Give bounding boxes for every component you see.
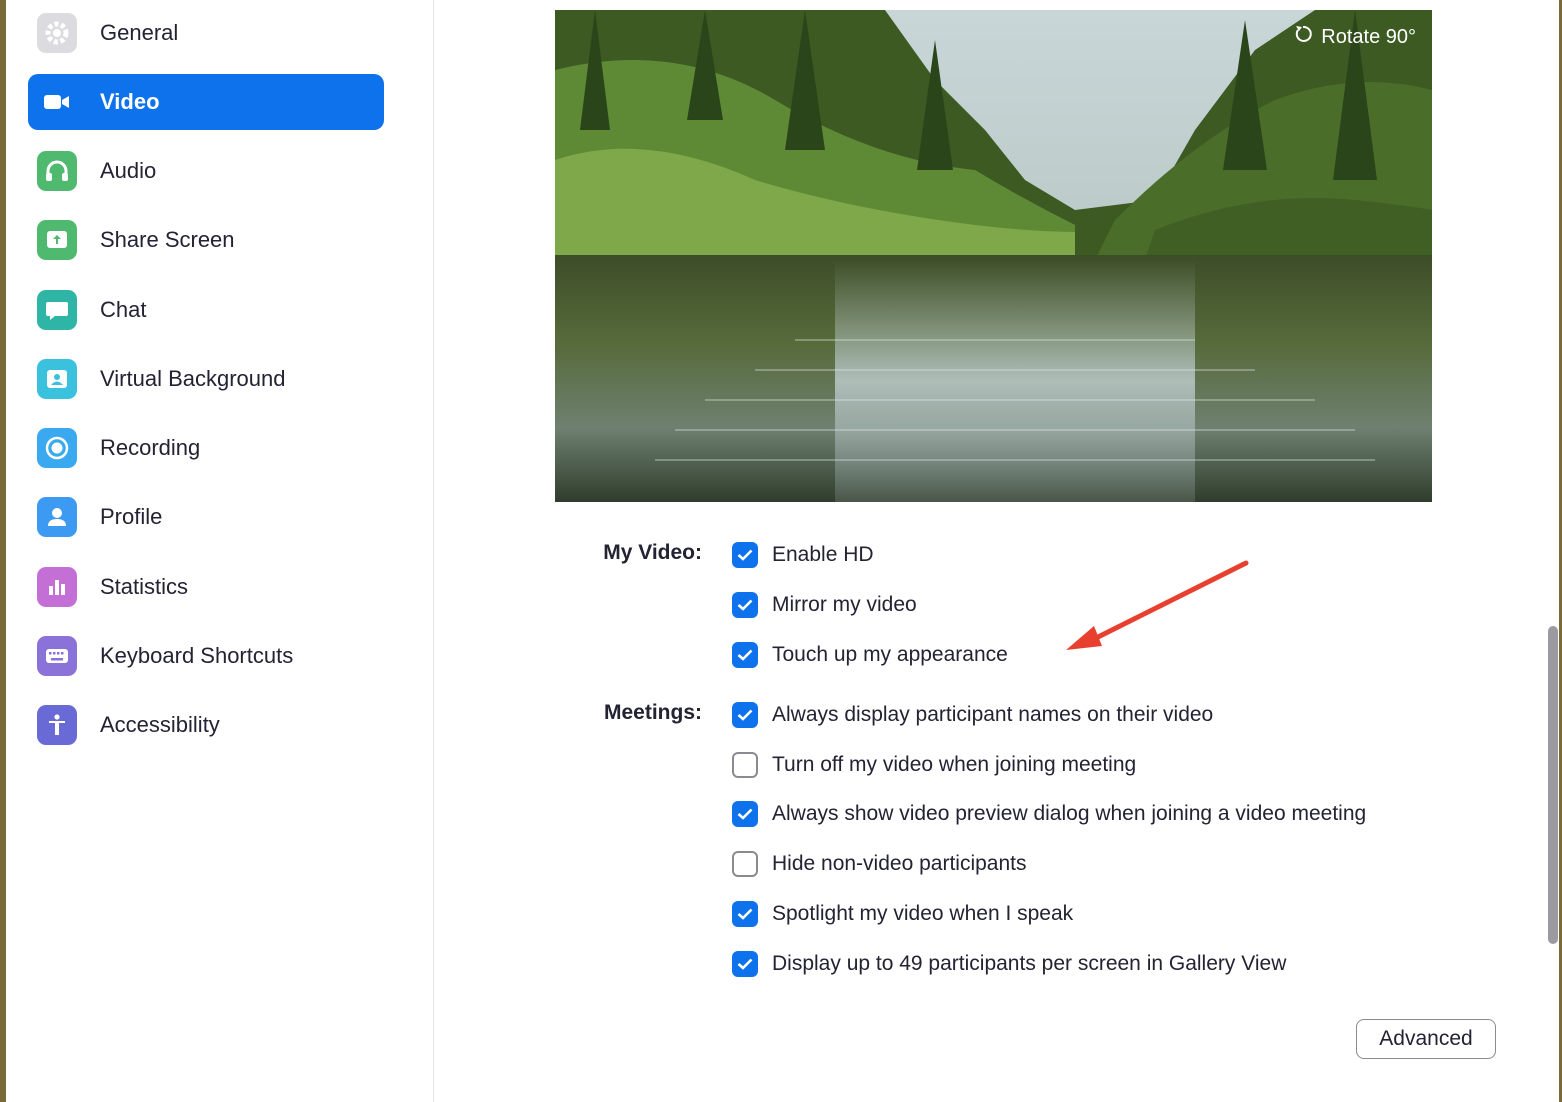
video-settings-panel: Rotate 90° My Video: Enable HD Mirror my…	[434, 0, 1559, 1102]
video-preview-image	[555, 10, 1432, 502]
checkbox-checked[interactable]	[732, 951, 758, 977]
option-hide-non-video-participants[interactable]: Hide non-video participants	[732, 848, 1026, 880]
sidebar-item-label: Chat	[100, 297, 147, 322]
sidebar-item-chat[interactable]: Chat	[28, 282, 384, 338]
option-display-participant-names[interactable]: Always display participant names on thei…	[732, 699, 1213, 731]
checkbox-checked[interactable]	[732, 642, 758, 668]
sidebar-item-label: Accessibility	[100, 712, 220, 737]
sidebar-item-keyboard-shortcuts[interactable]: Keyboard Shortcuts	[28, 628, 384, 684]
accessibility-icon	[37, 705, 77, 745]
settings-sidebar: General Video Audio Share Screen Chat Vi…	[6, 0, 434, 1102]
sidebar-item-recording[interactable]: Recording	[28, 420, 384, 476]
sidebar-item-label: Statistics	[100, 574, 189, 599]
my-video-section-label: My Video:	[603, 541, 702, 564]
option-touch-up-appearance[interactable]: Touch up my appearance	[732, 639, 1008, 671]
option-label: Always show video preview dialog when jo…	[772, 802, 1367, 825]
sidebar-item-video[interactable]: Video	[28, 74, 384, 130]
recording-icon	[37, 428, 77, 468]
sidebar-item-label: General	[100, 20, 179, 45]
sidebar-item-profile[interactable]: Profile	[28, 489, 384, 545]
keyboard-icon	[37, 636, 77, 676]
checkbox-checked[interactable]	[732, 702, 758, 728]
statistics-icon	[37, 567, 77, 607]
option-show-video-preview-dialog[interactable]: Always show video preview dialog when jo…	[732, 798, 1366, 830]
scrollbar[interactable]	[1546, 0, 1559, 1102]
sidebar-item-label: Audio	[100, 158, 157, 183]
sidebar-item-share-screen[interactable]: Share Screen	[28, 212, 384, 268]
checkbox-checked[interactable]	[732, 592, 758, 618]
checkbox-unchecked[interactable]	[732, 851, 758, 877]
option-spotlight-my-video[interactable]: Spotlight my video when I speak	[732, 898, 1073, 930]
sidebar-item-label: Recording	[100, 435, 201, 460]
video-preview: Rotate 90°	[555, 10, 1432, 502]
option-display-49-participants[interactable]: Display up to 49 participants per screen…	[732, 948, 1286, 980]
advanced-button[interactable]: Advanced	[1356, 1019, 1496, 1059]
sidebar-item-audio[interactable]: Audio	[28, 143, 384, 199]
sidebar-item-virtual-background[interactable]: Virtual Background	[28, 351, 384, 407]
profile-icon	[37, 497, 77, 537]
sidebar-item-label: Video	[100, 89, 160, 114]
sidebar-item-label: Share Screen	[100, 227, 235, 252]
sidebar-item-accessibility[interactable]: Accessibility	[28, 697, 384, 753]
settings-window: General Video Audio Share Screen Chat Vi…	[6, 0, 1559, 1102]
option-label: Spotlight my video when I speak	[772, 902, 1074, 925]
meetings-section-label: Meetings:	[603, 701, 702, 724]
option-label: Hide non-video participants	[772, 852, 1027, 875]
option-label: Enable HD	[772, 543, 874, 566]
gear-icon	[37, 13, 77, 53]
option-label: Mirror my video	[772, 593, 917, 616]
rotate-icon	[1293, 24, 1313, 50]
checkbox-unchecked[interactable]	[732, 752, 758, 778]
sidebar-item-general[interactable]: General	[28, 5, 384, 61]
option-label: Turn off my video when joining meeting	[772, 753, 1137, 776]
rotate-button[interactable]: Rotate 90°	[1289, 22, 1420, 52]
checkbox-checked[interactable]	[732, 542, 758, 568]
option-turn-off-video-joining[interactable]: Turn off my video when joining meeting	[732, 749, 1136, 781]
scrollbar-thumb[interactable]	[1548, 626, 1558, 944]
share-screen-icon	[37, 220, 77, 260]
option-enable-hd[interactable]: Enable HD	[732, 539, 874, 571]
sidebar-item-label: Virtual Background	[100, 366, 286, 391]
sidebar-item-label: Keyboard Shortcuts	[100, 643, 294, 668]
option-mirror-video[interactable]: Mirror my video	[732, 589, 917, 621]
chat-bubble-icon	[37, 290, 77, 330]
option-label: Always display participant names on thei…	[772, 703, 1214, 726]
option-label: Touch up my appearance	[772, 643, 1008, 666]
virtual-background-icon	[37, 359, 77, 399]
rotate-label: Rotate 90°	[1321, 25, 1416, 48]
sidebar-item-label: Profile	[100, 504, 163, 529]
headphones-icon	[37, 151, 77, 191]
video-camera-icon	[37, 82, 77, 122]
checkbox-checked[interactable]	[732, 801, 758, 827]
option-label: Display up to 49 participants per screen…	[772, 952, 1287, 975]
checkbox-checked[interactable]	[732, 901, 758, 927]
sidebar-item-statistics[interactable]: Statistics	[28, 559, 384, 615]
